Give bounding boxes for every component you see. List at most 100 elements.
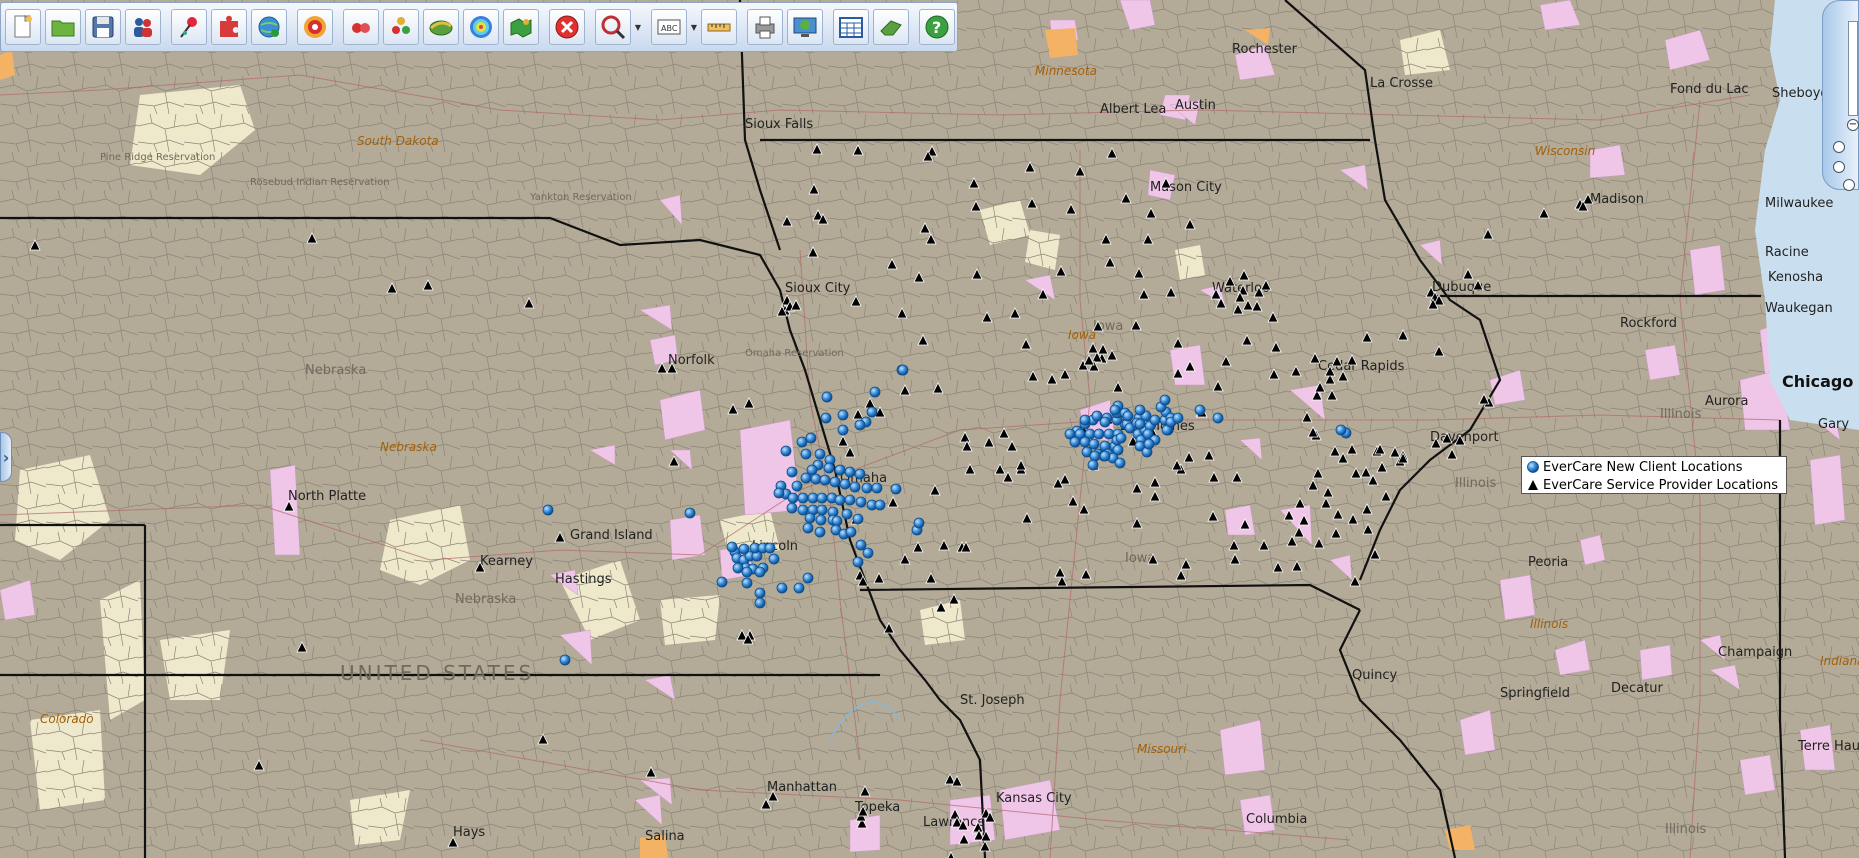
radius-button[interactable] [297,9,333,45]
client-location-marker[interactable] [732,562,744,574]
new-map-button[interactable] [5,9,41,45]
client-location-marker[interactable] [897,364,909,376]
client-location-marker[interactable] [797,504,809,516]
heat-map-button[interactable] [343,9,379,45]
add-pin-button[interactable] [171,9,207,45]
client-location-marker[interactable] [869,386,881,398]
zoom-out-button[interactable]: − [1847,119,1859,131]
client-location-marker[interactable] [1109,404,1121,416]
zoom-box-icon[interactable] [1833,161,1845,173]
delete-button[interactable] [549,9,585,45]
client-location-marker[interactable] [841,508,853,520]
client-location-marker[interactable] [559,654,571,666]
client-location-marker[interactable] [716,576,728,588]
client-location-marker[interactable] [791,480,803,492]
client-location-marker[interactable] [871,482,883,494]
client-location-marker[interactable] [890,483,902,495]
open-map-button[interactable] [45,9,81,45]
client-location-marker[interactable] [768,553,780,565]
client-location-marker[interactable] [874,499,886,511]
client-location-marker[interactable] [854,468,866,480]
client-location-marker[interactable] [1149,414,1161,426]
client-location-marker[interactable] [1099,450,1111,462]
client-location-marker[interactable] [1089,450,1101,462]
client-location-marker[interactable] [754,566,766,578]
users-button[interactable] [125,9,161,45]
client-location-marker[interactable] [834,494,846,506]
client-location-marker[interactable] [780,445,792,457]
client-location-marker[interactable] [1212,412,1224,424]
client-location-marker[interactable] [754,587,766,599]
dropdown-arrow-icon[interactable]: ▼ [633,9,643,45]
magnifier-icon[interactable] [1843,179,1855,191]
client-location-marker[interactable] [837,424,849,436]
client-location-marker[interactable] [1143,438,1155,450]
map-canvas[interactable]: Minnesota South Dakota Nebraska Iowa Wis… [0,0,1859,858]
client-location-marker[interactable] [844,466,856,478]
client-location-marker[interactable] [1159,394,1171,406]
client-location-marker[interactable] [1079,436,1091,448]
client-location-marker[interactable] [852,513,864,525]
client-location-marker[interactable] [816,492,828,504]
client-location-marker[interactable] [839,478,851,490]
client-location-marker[interactable] [913,517,925,529]
client-location-marker[interactable] [816,504,828,516]
client-location-marker[interactable] [834,464,846,476]
expand-panel-tab[interactable]: › [0,432,12,482]
dropdown-arrow-icon[interactable]: ▼ [689,9,699,45]
client-location-marker[interactable] [1088,438,1100,450]
client-location-marker[interactable] [844,494,856,506]
client-location-marker[interactable] [855,496,867,508]
client-location-marker[interactable] [802,522,814,534]
client-location-marker[interactable] [786,502,798,514]
territory-tools-button[interactable] [503,9,539,45]
client-location-marker[interactable] [797,492,809,504]
client-location-marker[interactable] [837,409,849,421]
save-map-button[interactable] [85,9,121,45]
client-location-marker[interactable] [820,412,832,424]
cluster-button[interactable] [383,9,419,45]
client-location-marker[interactable] [823,462,835,474]
client-location-marker[interactable] [793,582,805,594]
client-location-marker[interactable] [1099,416,1111,428]
client-location-marker[interactable] [829,476,841,488]
client-location-marker[interactable] [849,481,861,493]
label-button[interactable]: ABC [651,9,687,45]
client-location-marker[interactable] [804,512,816,524]
client-location-marker[interactable] [1079,414,1091,426]
client-location-marker[interactable] [800,472,812,484]
client-location-marker[interactable] [1087,459,1099,471]
client-location-marker[interactable] [741,577,753,589]
client-location-marker[interactable] [854,419,866,431]
client-location-marker[interactable] [852,556,864,568]
client-location-marker[interactable] [1069,436,1081,448]
client-location-marker[interactable] [802,572,814,584]
client-location-marker[interactable] [855,539,867,551]
client-location-marker[interactable] [1114,457,1126,469]
globe-data-button[interactable] [251,9,287,45]
help-button[interactable]: ? [919,9,955,45]
zoom-slider[interactable] [1848,21,1858,116]
client-location-marker[interactable] [754,597,766,609]
client-location-marker[interactable] [814,448,826,460]
calculator-button[interactable] [833,9,869,45]
client-location-marker[interactable] [810,473,822,485]
web-map-button[interactable] [787,9,823,45]
client-location-marker[interactable] [776,582,788,594]
client-location-marker[interactable] [1122,410,1134,422]
client-location-marker[interactable] [796,436,808,448]
measure-button[interactable] [701,9,737,45]
client-location-marker[interactable] [741,566,753,578]
client-location-marker[interactable] [861,482,873,494]
client-location-marker[interactable] [1194,404,1206,416]
client-location-marker[interactable] [807,492,819,504]
client-location-marker[interactable] [1172,412,1184,424]
client-location-marker[interactable] [787,492,799,504]
pan-icon[interactable] [1833,141,1845,153]
client-location-marker[interactable] [814,526,826,538]
client-location-marker[interactable] [1093,428,1105,440]
client-location-marker[interactable] [805,432,817,444]
client-location-marker[interactable] [726,541,738,553]
client-location-marker[interactable] [862,547,874,559]
client-location-marker[interactable] [800,448,812,460]
